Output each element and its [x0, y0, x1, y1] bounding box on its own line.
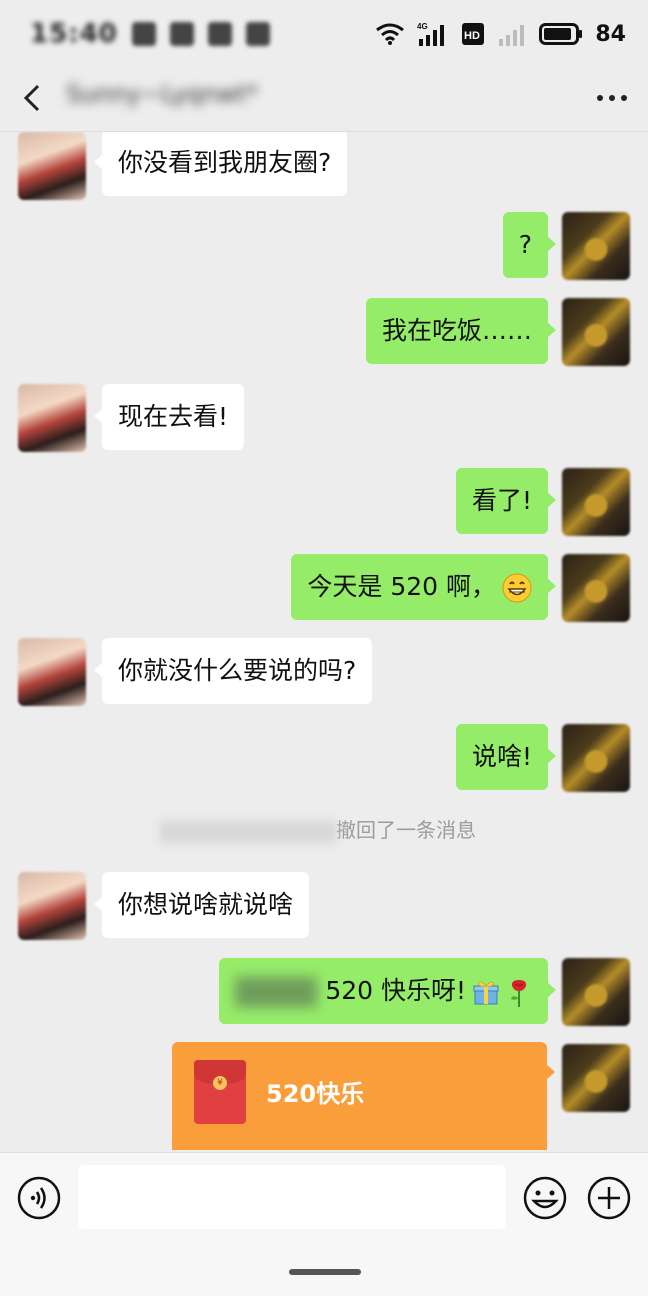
contact-avatar[interactable] — [18, 132, 86, 200]
blurred-name — [235, 977, 318, 1007]
message-bubble-sent[interactable]: 看了! — [455, 468, 557, 534]
recall-notice: 撤回了一条消息 — [160, 815, 500, 845]
message-bubble-sent[interactable]: 520 快乐呀! — [219, 958, 556, 1024]
voice-icon — [17, 1176, 61, 1220]
self-avatar[interactable] — [562, 958, 630, 1026]
message-bubble-sent[interactable]: ? — [502, 212, 557, 278]
status-right: 4G HD 84 — [375, 21, 626, 47]
red-envelope-coin: ¥ — [213, 1076, 227, 1090]
battery-icon — [539, 23, 583, 45]
more-dots-icon — [597, 95, 627, 101]
status-left: 15:40 — [30, 19, 270, 49]
message-bubble-sent[interactable]: 说啥! — [455, 724, 557, 790]
home-indicator[interactable] — [289, 1269, 361, 1275]
rose-emoji-icon — [511, 980, 527, 1007]
red-packet-label: 520快乐 — [266, 1080, 365, 1108]
message-bubble-received[interactable]: 你就没什么要说的吗? — [93, 638, 373, 704]
notification-icon — [131, 22, 156, 46]
recall-username — [160, 820, 336, 843]
notification-icon — [245, 22, 270, 46]
message-bubble-received[interactable]: 你想说啥就说啥 — [93, 872, 310, 938]
self-avatar[interactable] — [562, 298, 630, 366]
chevron-left-icon — [23, 84, 40, 112]
recall-text: 撤回了一条消息 — [336, 818, 476, 842]
emoji-button[interactable] — [522, 1175, 568, 1221]
signal-4g-icon: 4G — [417, 22, 445, 46]
message-bubble-received[interactable]: 现在去看! — [93, 384, 245, 450]
svg-text:4G: 4G — [417, 22, 428, 31]
contact-avatar[interactable] — [18, 384, 86, 452]
notification-icon — [207, 22, 232, 46]
message-input[interactable] — [78, 1165, 506, 1229]
self-avatar[interactable] — [562, 724, 630, 792]
self-avatar[interactable] — [562, 468, 630, 536]
svg-text:HD: HD — [464, 30, 480, 42]
input-bar — [0, 1152, 648, 1296]
wifi-icon — [376, 23, 405, 45]
chat-area[interactable]: 你没看到我朋友圈? ? 我在吃饭…… 现在去看! 看了! 今天是 520 啊， — [0, 132, 648, 1150]
hd-icon: HD — [462, 23, 485, 45]
chat-title: Sunny~Lyqnwt* — [66, 80, 259, 108]
back-button[interactable] — [22, 80, 50, 116]
status-time: 15:40 — [30, 19, 118, 49]
message-bubble-received[interactable]: 你没看到我朋友圈? — [93, 132, 348, 196]
message-text: 520 快乐呀! — [325, 976, 466, 1005]
signal-empty-icon — [499, 25, 525, 46]
notification-icon — [169, 22, 194, 46]
red-envelope-icon: ¥ — [194, 1060, 246, 1124]
self-avatar[interactable] — [562, 1044, 630, 1112]
message-text: 今天是 520 啊， — [307, 572, 496, 601]
red-packet[interactable]: ¥ 520快乐 — [172, 1042, 555, 1150]
contact-avatar[interactable] — [18, 638, 86, 706]
contact-avatar[interactable] — [18, 872, 86, 940]
message-bubble-sent[interactable]: 今天是 520 啊， — [291, 554, 556, 620]
plus-icon — [587, 1176, 631, 1220]
status-bar: 15:40 4G HD 84 — [0, 0, 648, 68]
gift-emoji-icon — [473, 981, 499, 1005]
plus-button[interactable] — [586, 1175, 632, 1221]
emoji-icon — [523, 1176, 567, 1220]
battery-level: 84 — [595, 21, 626, 47]
grin-emoji-icon — [502, 573, 532, 603]
chat-header: Sunny~Lyqnwt* — [0, 68, 648, 128]
message-bubble-sent[interactable]: 我在吃饭…… — [365, 298, 557, 364]
self-avatar[interactable] — [562, 212, 630, 280]
voice-button[interactable] — [16, 1175, 62, 1221]
self-avatar[interactable] — [562, 554, 630, 622]
more-button[interactable] — [594, 80, 630, 116]
